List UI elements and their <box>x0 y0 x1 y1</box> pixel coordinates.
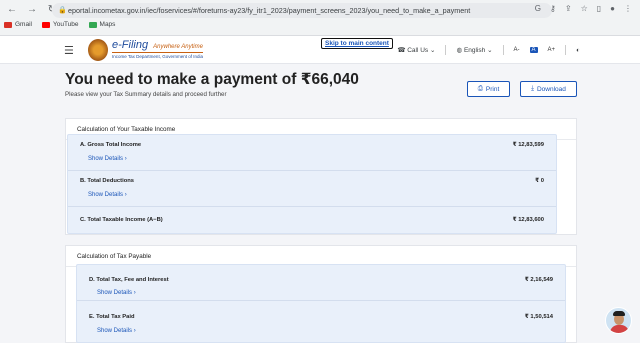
skip-to-main-link[interactable]: Skip to main content <box>321 38 393 49</box>
show-details-label: Show Details <box>88 192 124 198</box>
forward-icon[interactable]: → <box>26 4 38 15</box>
print-button[interactable]: ⎙ Print <box>467 81 510 97</box>
google-icon[interactable]: G <box>535 4 541 13</box>
language-select[interactable]: ◍ English ⌄ <box>456 46 492 54</box>
tax-row-paid: E. Total Tax Paid ₹ 1,50,514 Show Detail… <box>77 308 565 343</box>
maps-icon <box>88 21 97 28</box>
show-details-link[interactable]: Show Details › <box>88 156 127 162</box>
bookmark-star-icon[interactable]: ☆ <box>581 4 588 13</box>
divider <box>502 45 504 55</box>
government-emblem-icon <box>88 39 108 61</box>
lock-icon: 🔒 <box>58 7 67 14</box>
call-us-menu[interactable]: ☎ Call Us ⌄ <box>397 46 435 54</box>
page-subtitle: Please view your Tax Summary details and… <box>65 91 227 98</box>
download-label: Download <box>536 85 566 93</box>
row-label: D. Total Tax, Fee and Interest <box>89 277 169 283</box>
logo-title: e-Filing Anywhere Anytime <box>112 39 203 51</box>
row-label: E. Total Tax Paid <box>89 314 135 320</box>
bookmarks-bar: Gmail YouTube Maps <box>4 21 115 28</box>
download-icon: ⤓ <box>531 85 534 92</box>
font-increase-button[interactable]: A+ <box>548 47 556 53</box>
avatar-hair <box>613 311 625 316</box>
browser-tools: G ⚷ ⇪ ☆ ▯ ● ⋮ <box>535 4 632 13</box>
e-filing-logo[interactable]: e-Filing Anywhere Anytime Income Tax Dep… <box>112 39 203 59</box>
font-normal-button[interactable]: A <box>529 47 538 53</box>
page-heading: You need to make a payment of ₹66,040 Pl… <box>56 64 584 102</box>
bookmark-label: YouTube <box>52 21 79 28</box>
show-details-label: Show Details <box>97 290 133 296</box>
browser-navigation: ← → ↻ <box>6 4 58 15</box>
show-details-label: Show Details <box>97 328 133 334</box>
show-details-link[interactable]: Show Details › <box>97 328 136 334</box>
page-title: You need to make a payment of ₹66,040 <box>65 71 359 88</box>
download-button[interactable]: ⤓ Download <box>520 81 577 97</box>
font-decrease-button[interactable]: A- <box>514 47 520 53</box>
divider <box>565 45 567 55</box>
logo-tagline: Anywhere Anytime <box>153 44 203 50</box>
print-label: Print <box>485 85 500 93</box>
show-details-link[interactable]: Show Details › <box>88 192 127 198</box>
printer-icon: ⎙ <box>477 85 483 92</box>
show-details-link[interactable]: Show Details › <box>97 290 136 296</box>
tax-payable-details: D. Total Tax, Fee and Interest ₹ 2,16,54… <box>76 264 566 343</box>
share-icon[interactable]: ⇪ <box>565 4 572 13</box>
header-tools: ☎ Call Us ⌄ ◍ English ⌄ A- A A+ ◐ <box>397 45 580 55</box>
url-text: eportal.incometax.gov.in/iec/foservices/… <box>68 6 471 15</box>
row-label: C. Total Taxable Income (A−B) <box>80 217 163 223</box>
row-label: A. Gross Total Income <box>80 142 142 148</box>
divider <box>445 45 447 55</box>
menu-dots-icon[interactable]: ⋮ <box>624 4 632 13</box>
profile-icon[interactable]: ● <box>610 4 615 13</box>
tax-row-total: D. Total Tax, Fee and Interest ₹ 2,16,54… <box>77 265 565 301</box>
card-title: Calculation of Your Taxable Income <box>77 126 176 133</box>
bookmark-youtube[interactable]: YouTube <box>41 21 79 28</box>
main-content: You need to make a payment of ₹66,040 Pl… <box>56 64 584 343</box>
key-icon[interactable]: ⚷ <box>550 4 556 13</box>
language-label: English <box>463 47 486 54</box>
logo-subtitle: Income Tax Department, Government of Ind… <box>112 52 203 59</box>
site-header: ☰ e-Filing Anywhere Anytime Income Tax D… <box>0 36 640 64</box>
chevron-right-icon: › <box>133 290 136 296</box>
address-bar[interactable]: 🔒 eportal.incometax.gov.in/iec/foservice… <box>52 3 552 18</box>
bookmark-gmail[interactable]: Gmail <box>4 21 32 28</box>
phone-icon: ☎ <box>397 47 408 54</box>
avatar-shirt <box>610 325 629 333</box>
row-value: ₹ 12,83,600 <box>512 217 544 223</box>
hamburger-menu-icon[interactable]: ☰ <box>64 44 74 57</box>
income-row-deductions: B. Total Deductions ₹ 0 Show Details › <box>68 171 556 207</box>
income-row-taxable: C. Total Taxable Income (A−B) ₹ 12,83,60… <box>68 207 556 235</box>
chevron-right-icon: › <box>124 192 127 198</box>
row-value: ₹ 12,83,599 <box>512 142 544 148</box>
chat-assistant-avatar[interactable] <box>605 307 632 334</box>
row-value: ₹ 2,16,549 <box>524 277 553 283</box>
call-us-label: Call Us <box>407 47 429 54</box>
contrast-icon[interactable]: ◐ <box>576 47 580 54</box>
chevron-right-icon: › <box>133 328 136 334</box>
chevron-right-icon: › <box>124 156 127 162</box>
show-details-label: Show Details <box>88 156 124 162</box>
row-label: B. Total Deductions <box>80 178 134 184</box>
back-icon[interactable]: ← <box>6 4 18 15</box>
globe-icon: ◍ <box>456 47 464 54</box>
bookmark-maps[interactable]: Maps <box>88 21 116 28</box>
row-value: ₹ 1,50,514 <box>524 314 553 320</box>
gmail-icon <box>4 21 12 28</box>
sidebar-icon[interactable]: ▯ <box>597 4 601 13</box>
card-title: Calculation of Tax Payable <box>77 253 152 260</box>
youtube-icon <box>41 21 50 28</box>
logo-main-text: e-Filing <box>112 39 149 51</box>
bookmark-label: Maps <box>99 21 116 28</box>
browser-chrome: ← → ↻ 🔒 eportal.incometax.gov.in/iec/fos… <box>0 0 640 36</box>
bookmark-label: Gmail <box>15 21 32 28</box>
income-row-gross: A. Gross Total Income ₹ 12,83,599 Show D… <box>68 135 556 171</box>
taxable-income-details: A. Gross Total Income ₹ 12,83,599 Show D… <box>67 134 557 234</box>
row-value: ₹ 0 <box>535 178 544 184</box>
